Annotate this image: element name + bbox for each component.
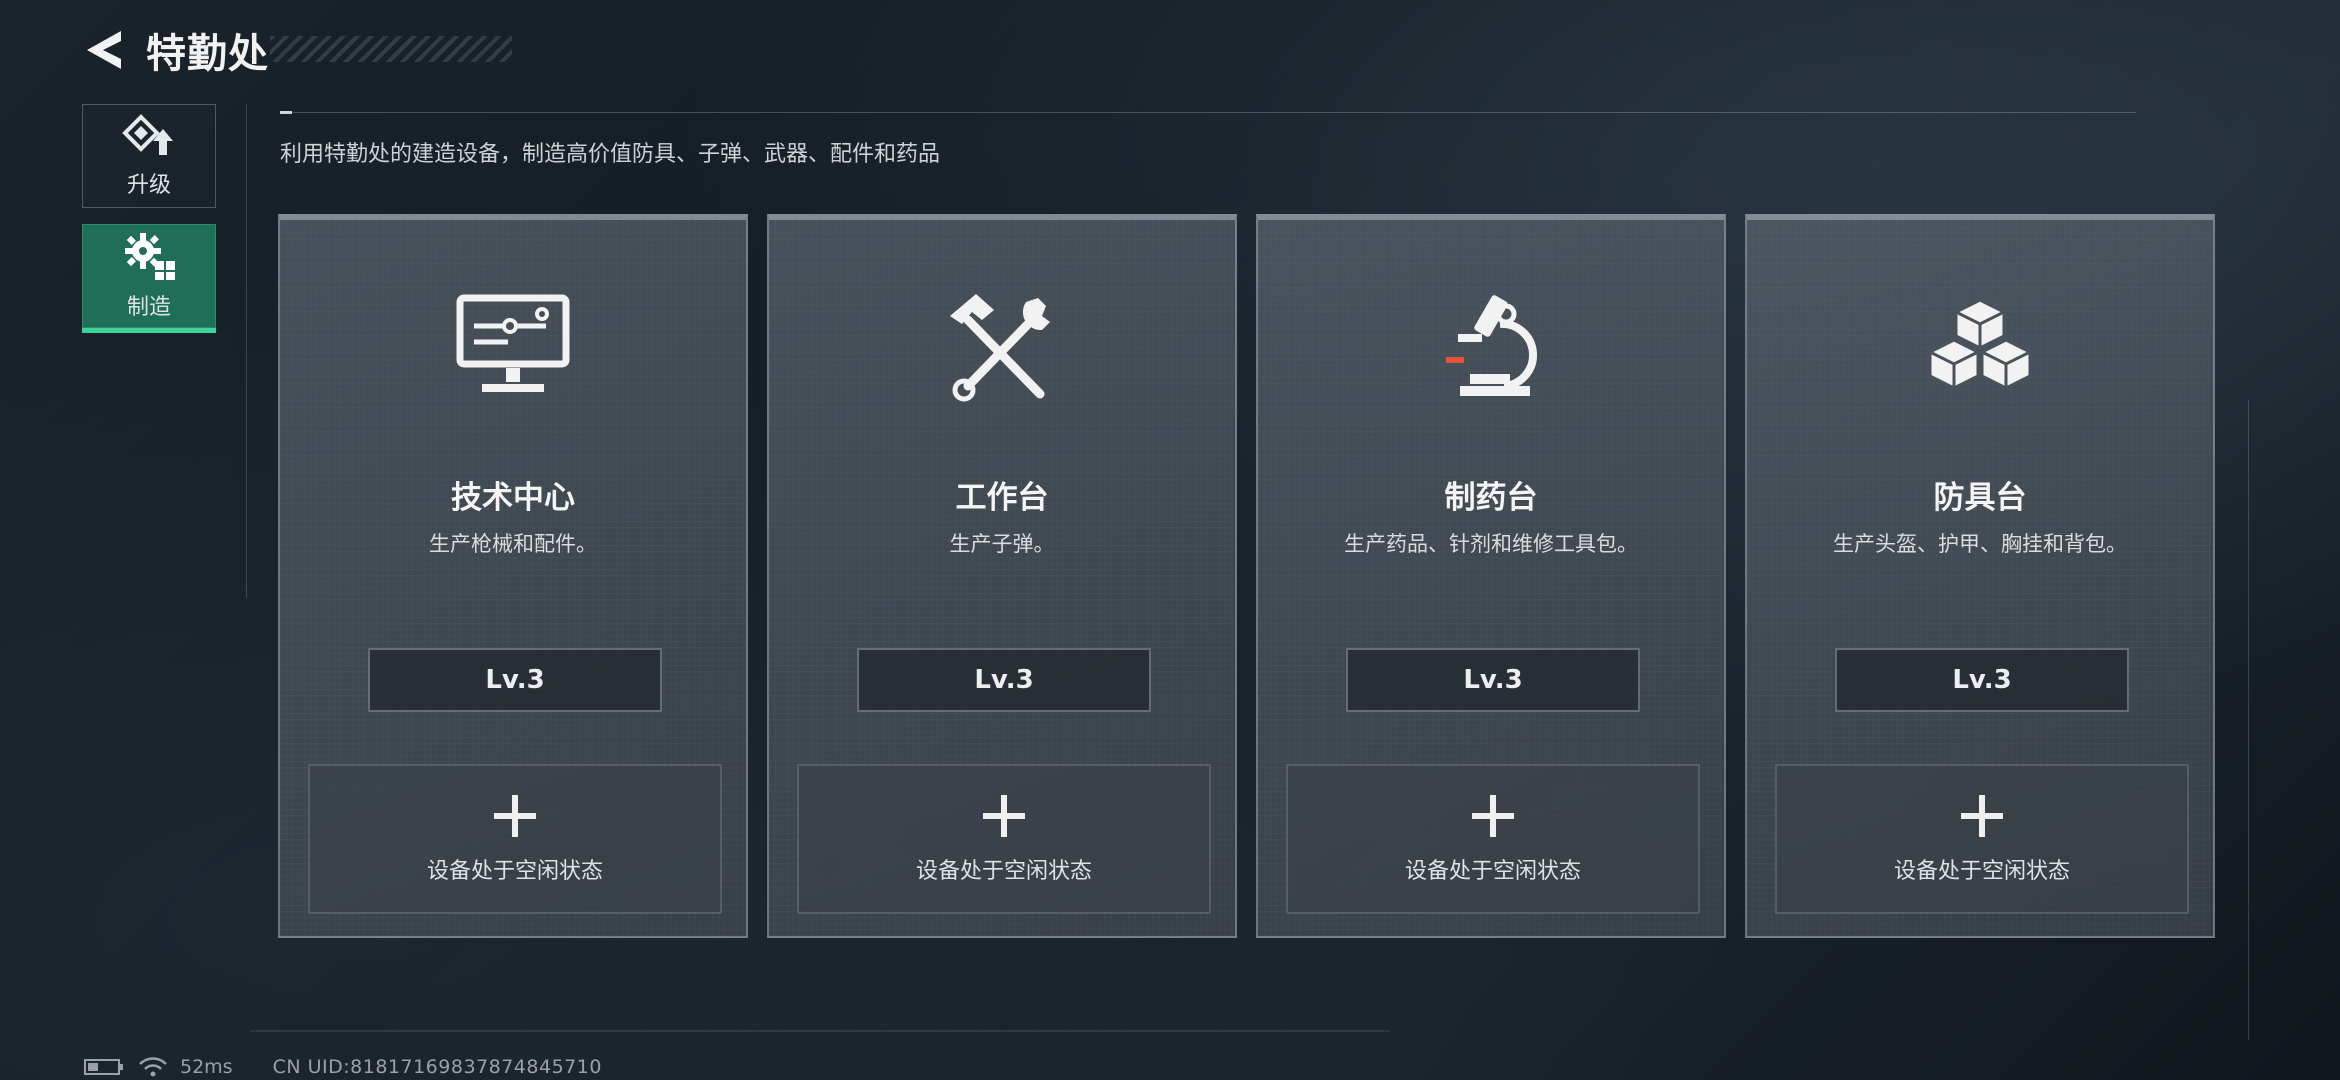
plus-icon	[1472, 795, 1514, 837]
production-slot[interactable]: 设备处于空闲状态	[1775, 764, 2189, 914]
hammer-wrench-icon	[950, 294, 1050, 402]
sidebar-item-label: 制造	[126, 295, 171, 320]
sidebar-divider	[246, 104, 247, 598]
decorative-rule	[2248, 400, 2249, 1040]
facility-name: 制药台	[1444, 480, 1538, 516]
production-slot[interactable]: 设备处于空闲状态	[308, 764, 722, 914]
production-slot[interactable]: 设备处于空闲状态	[1286, 764, 1700, 914]
sidebar-item-label: 升级	[126, 173, 171, 198]
facility-name: 防具台	[1933, 480, 2027, 516]
plus-icon	[494, 795, 536, 837]
battery-icon	[84, 1059, 123, 1075]
facility-level: Lv.3	[1835, 648, 2129, 712]
facility-level: Lv.3	[368, 648, 662, 712]
status-bar: 52ms CN UID:818171698378748457​10	[84, 1056, 602, 1078]
header: 特勤处	[80, 22, 269, 78]
facility-description: 生产枪械和配件。	[429, 532, 597, 556]
facility-level: Lv.3	[857, 648, 1151, 712]
facility-description: 生产子弹。	[949, 532, 1055, 556]
slot-status: 设备处于空闲状态	[915, 859, 1092, 884]
facility-level: Lv.3	[1346, 648, 1640, 712]
back-button[interactable]	[80, 26, 128, 74]
title-decoration	[270, 36, 512, 62]
facility-description: 生产药品、针剂和维修工具包。	[1344, 532, 1638, 556]
facility-name: 技术中心	[451, 480, 575, 516]
production-slot[interactable]: 设备处于空闲状态	[797, 764, 1211, 914]
top-divider	[280, 111, 2136, 114]
plus-icon	[1961, 795, 2003, 837]
slot-status: 设备处于空闲状态	[426, 859, 603, 884]
sidebar-item-upgrade[interactable]: 升级	[82, 104, 216, 208]
gear-craft-icon	[125, 233, 175, 280]
facility-name: 工作台	[955, 480, 1049, 516]
sidebar-item-craft[interactable]: 制造	[82, 224, 216, 333]
page-title: 特勤处	[146, 31, 269, 77]
user-uid: CN UID:818171698378748457​10	[272, 1056, 602, 1078]
plus-icon	[983, 795, 1025, 837]
facility-card-armor-bench[interactable]: 防具台 生产头盔、护甲、胸挂和背包。 Lv.3 设备处于空闲状态	[1745, 214, 2215, 938]
cubes-icon	[1928, 298, 2032, 390]
monitor-icon	[456, 294, 570, 392]
microscope-icon	[1446, 295, 1537, 396]
latency-readout: 52ms	[180, 1056, 233, 1078]
facility-card-workbench[interactable]: 工作台 生产子弹。 Lv.3 设备处于空闲状态	[767, 214, 1237, 938]
decorative-bar	[250, 1030, 1390, 1032]
slot-status: 设备处于空闲状态	[1893, 859, 2070, 884]
facility-card-tech-center[interactable]: 技术中心 生产枪械和配件。 Lv.3 设备处于空闲状态	[278, 214, 748, 938]
facility-card-pharmacy[interactable]: 制药台 生产药品、针剂和维修工具包。 Lv.3 设备处于空闲状态	[1256, 214, 1726, 938]
facility-cards: 技术中心 生产枪械和配件。 Lv.3 设备处于空闲状态 工作台 生产子弹。 Lv…	[278, 214, 2215, 938]
upgrade-icon	[122, 114, 173, 155]
page-subtitle: 利用特勤处的建造设备，制造高价值防具、子弹、武器、配件和药品	[280, 142, 941, 167]
back-arrow-icon	[87, 31, 121, 69]
wifi-icon	[139, 1057, 167, 1077]
facility-description: 生产头盔、护甲、胸挂和背包。	[1833, 532, 2127, 556]
slot-status: 设备处于空闲状态	[1404, 859, 1581, 884]
